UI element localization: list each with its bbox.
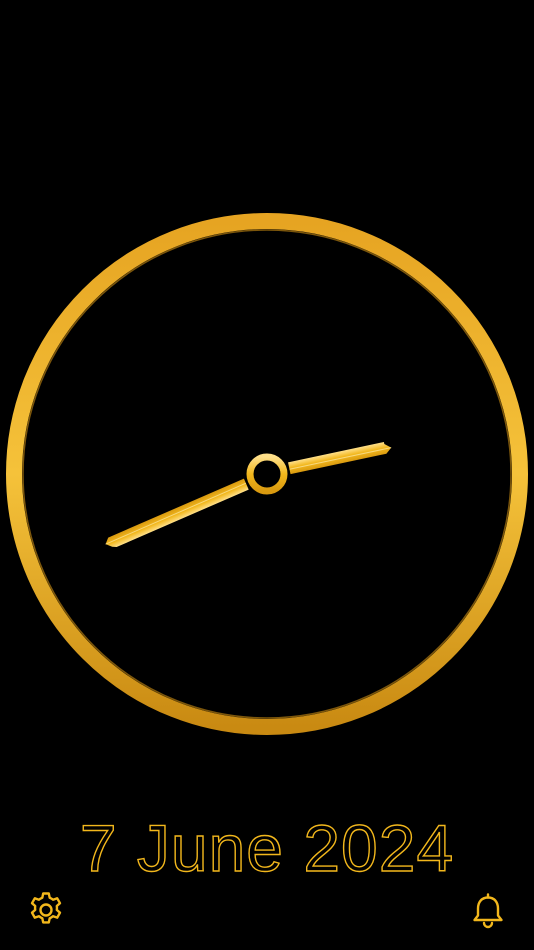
minute-hand <box>288 441 392 475</box>
date-label: 7 June 2024 <box>79 810 455 885</box>
gear-icon <box>30 892 62 924</box>
settings-button[interactable] <box>24 888 68 932</box>
bell-icon <box>473 893 503 929</box>
alarm-button[interactable] <box>466 888 510 932</box>
clock-center-hub <box>246 453 288 495</box>
hour-hand <box>105 478 249 548</box>
